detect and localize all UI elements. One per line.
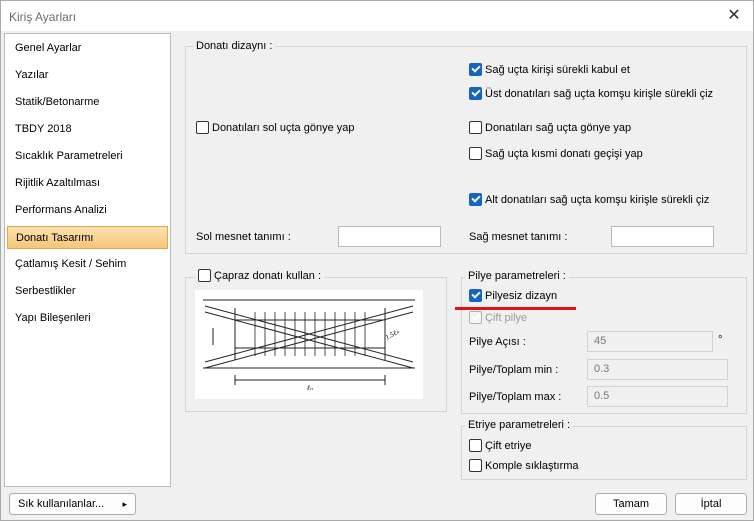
max-input[interactable]: 0.5 (587, 386, 728, 407)
cift-pilye-box[interactable] (469, 311, 482, 324)
min-input[interactable]: 0.3 (587, 359, 728, 380)
close-icon[interactable]: ✕ (723, 5, 745, 27)
donati-legend: Donatı dizaynı : (193, 40, 276, 52)
settings-sidebar: Genel Ayarlar Yazılar Statik/Betonarme TBDY… (4, 33, 171, 487)
chevron-right-icon: ▸ (122, 499, 127, 509)
left-support-input[interactable] (338, 226, 441, 247)
sidebar-item[interactable]: Yapı Bileşenleri (7, 307, 168, 330)
right-gonye-checkbox[interactable]: Donatıları sağ uçta gönye yap (469, 121, 631, 134)
komple-label: Komple sıklaştırma (485, 459, 579, 472)
cross-reinforcement-drawing: 1.5ℓₙ ℓₙ (203, 299, 415, 392)
sidebar-item[interactable]: Donatı Tasarımı (7, 226, 168, 249)
diagram-dim-1: 1.5ℓₙ (384, 327, 401, 341)
pilyesiz-checkbox[interactable]: Pilyesiz dizayn (469, 289, 557, 302)
cift-etriye-label: Çift etriye (485, 439, 532, 452)
sidebar-item[interactable]: Rijitlik Azaltılması (7, 172, 168, 195)
highlight-underline (455, 307, 576, 310)
sidebar-item[interactable]: Genel Ayarlar (7, 37, 168, 60)
sidebar-item-label: TBDY 2018 (15, 123, 72, 135)
sidebar-item-label: Statik/Betonarme (15, 96, 100, 108)
left-gonye-checkbox[interactable]: Donatıları sol uçta gönye yap (196, 121, 354, 134)
sidebar-item[interactable]: Çatlamış Kesit / Sehim (7, 253, 168, 276)
pilyesiz-label: Pilyesiz dizayn (485, 289, 558, 302)
sidebar-item[interactable]: Sıcaklık Parametreleri (7, 145, 168, 168)
left-gonye-box[interactable] (196, 121, 209, 134)
cift-etriye-box[interactable] (469, 439, 482, 452)
sidebar-item-label: Serbestlikler (15, 285, 76, 297)
favorites-button[interactable]: Sık kullanılanlar... ▸ (9, 493, 136, 515)
sidebar-item[interactable]: Statik/Betonarme (7, 91, 168, 114)
left-support-label: Sol mesnet tanımı : (196, 231, 291, 243)
cancel-button[interactable]: İptal (675, 493, 747, 515)
min-label: Pilye/Toplam min : (469, 364, 559, 376)
angle-input[interactable]: 45 (587, 331, 713, 352)
bottom-continuous-checkbox[interactable]: Alt donatıları sağ uçta komşu kirişle sü… (469, 193, 709, 206)
max-label: Pilye/Toplam max : (469, 391, 562, 403)
right-support-input[interactable] (611, 226, 714, 247)
komple-checkbox[interactable]: Komple sıklaştırma (469, 459, 579, 472)
pilyesiz-box[interactable] (469, 289, 482, 302)
sidebar-item-label: Donatı Tasarımı (16, 232, 94, 244)
bottom-continuous-box[interactable] (469, 193, 482, 206)
capraz-diagram: 1.5ℓₙ ℓₙ (195, 290, 423, 399)
sidebar-item[interactable]: Yazılar (7, 64, 168, 87)
sidebar-item-label: Yazılar (15, 69, 49, 81)
partial-transition-box[interactable] (469, 147, 482, 160)
top-continuous-label: Üst donatıları sağ uçta komşu kirişle sü… (485, 87, 714, 100)
window-title: Kiriş Ayarları (9, 10, 77, 24)
bottom-continuous-label: Alt donatıları sağ uçta komşu kirişle sü… (485, 193, 710, 206)
etriye-legend: Etriye parametreleri : (465, 419, 574, 431)
komple-box[interactable] (469, 459, 482, 472)
sidebar-item-label: Rijitlik Azaltılması (15, 177, 100, 189)
sidebar-item-label: Sıcaklık Parametreleri (15, 150, 123, 162)
sidebar-item-label: Performans Analizi (15, 204, 107, 216)
capraz-checkbox[interactable]: Çapraz donatı kullan : (195, 269, 325, 282)
left-gonye-label: Donatıları sol uçta gönye yap (212, 121, 355, 134)
right-continuous-label: Sağ uçta kirişi sürekli kabul et (485, 63, 630, 76)
capraz-label: Çapraz donatı kullan : (214, 269, 322, 282)
favorites-label: Sık kullanılanlar... (18, 498, 105, 510)
cift-pilye-label: Çift pilye (485, 311, 528, 324)
cift-etriye-checkbox[interactable]: Çift etriye (469, 439, 531, 452)
right-continuous-checkbox[interactable]: Sağ uçta kirişi sürekli kabul et (469, 63, 630, 76)
angle-label: Pilye Açısı : (469, 336, 526, 348)
right-continuous-box[interactable] (469, 63, 482, 76)
pilye-legend: Pilye parametreleri : (465, 270, 569, 282)
sidebar-item-label: Genel Ayarlar (15, 42, 82, 54)
top-continuous-checkbox[interactable]: Üst donatıları sağ uçta komşu kirişle sü… (469, 87, 713, 100)
angle-unit: ° (718, 334, 723, 346)
diagram-dim-2: ℓₙ (306, 384, 313, 392)
right-support-label: Sağ mesnet tanımı : (469, 231, 568, 243)
partial-transition-label: Sağ uçta kısmi donatı geçişi yap (485, 147, 643, 160)
settings-panel: Donatı dizaynı : Sağ uçta kirişi sürekli… (173, 33, 753, 487)
title-bar: Kiriş Ayarları ✕ (1, 1, 753, 31)
right-gonye-box[interactable] (469, 121, 482, 134)
capraz-box[interactable] (198, 269, 211, 282)
partial-transition-checkbox[interactable]: Sağ uçta kısmi donatı geçişi yap (469, 147, 643, 160)
sidebar-item[interactable]: Performans Analizi (7, 199, 168, 222)
sidebar-item[interactable]: TBDY 2018 (7, 118, 168, 141)
sidebar-item[interactable]: Serbestlikler (7, 280, 168, 303)
right-gonye-label: Donatıları sağ uçta gönye yap (485, 121, 632, 134)
ok-button[interactable]: Tamam (595, 493, 667, 515)
sidebar-item-label: Çatlamış Kesit / Sehim (15, 258, 127, 270)
dialog-window: Kiriş Ayarları ✕ Genel Ayarlar Yazılar Sta… (0, 0, 754, 521)
donati-group (185, 46, 747, 254)
sidebar-item-label: Yapı Bileşenleri (15, 312, 91, 324)
cift-pilye-checkbox[interactable]: Çift pilye (469, 311, 527, 324)
top-continuous-box[interactable] (469, 87, 482, 100)
